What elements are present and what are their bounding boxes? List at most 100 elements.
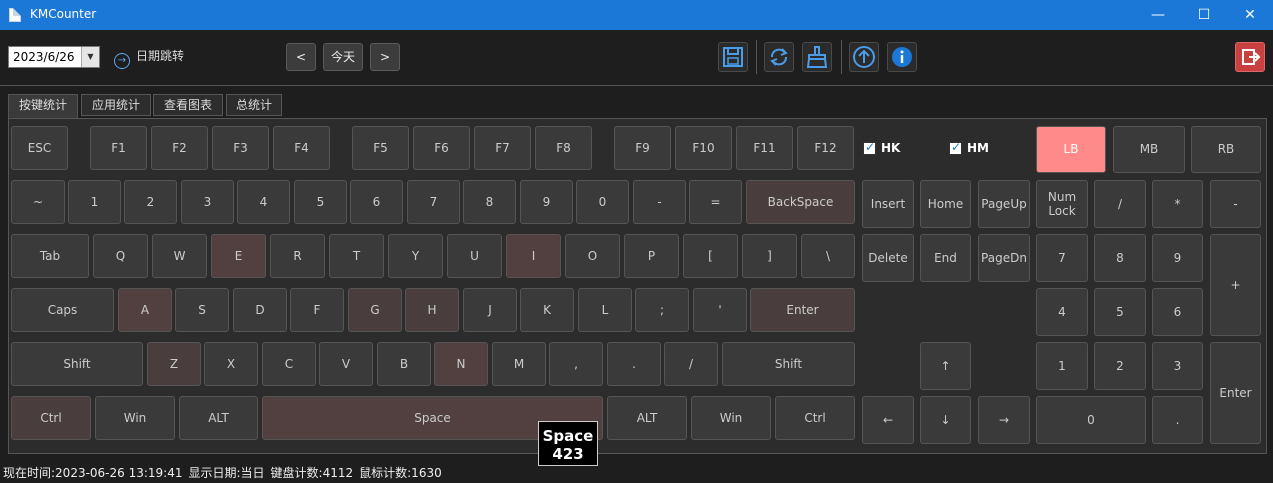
key-f12: F12 <box>797 126 854 170</box>
key-k: K <box>520 288 574 332</box>
key-left-alt: ALT <box>179 396 258 440</box>
key-i: I <box>506 234 561 278</box>
key-numpad-enter: Enter <box>1210 342 1261 444</box>
chevron-down-icon[interactable]: ▼ <box>81 47 99 67</box>
key-h: H <box>405 288 459 332</box>
key-x: X <box>204 342 258 386</box>
status-current-time: 现在时间:2023-06-26 13:19:41 <box>3 466 183 480</box>
key-right-shift: Shift <box>722 342 855 386</box>
exit-icon[interactable] <box>1235 42 1265 72</box>
key-numpad-divide: / <box>1094 180 1146 228</box>
key-f5: F5 <box>352 126 409 170</box>
hk-checkbox[interactable]: HK <box>863 139 900 157</box>
key-c: C <box>262 342 316 386</box>
tab-charts[interactable]: 查看图表 <box>153 94 223 116</box>
key-l: L <box>578 288 632 332</box>
clear-icon[interactable] <box>802 42 832 72</box>
key-numpad-3: 3 <box>1152 342 1203 390</box>
tab-key-stats[interactable]: 按键统计 <box>8 94 78 118</box>
key-numpad-6: 6 <box>1152 288 1203 336</box>
key-0: 0 <box>576 180 629 224</box>
key-e: E <box>211 234 266 278</box>
tab-total-stats[interactable]: 总统计 <box>226 94 282 116</box>
key-p: P <box>624 234 679 278</box>
date-jump-button[interactable]: → 日期跳转 <box>114 47 185 69</box>
key-f9: F9 <box>614 126 671 170</box>
key-o: O <box>565 234 620 278</box>
key-left-shift: Shift <box>11 342 143 386</box>
hm-label: HM <box>967 141 989 155</box>
key-z: Z <box>147 342 201 386</box>
key-numpad-dot: . <box>1152 396 1203 444</box>
key-u: U <box>447 234 502 278</box>
date-jump-label: 日期跳转 <box>136 49 185 63</box>
key-7: 7 <box>407 180 460 224</box>
key-8: 8 <box>463 180 516 224</box>
key-f: F <box>290 288 344 332</box>
hk-label: HK <box>881 141 901 155</box>
key-9: 9 <box>520 180 573 224</box>
date-picker[interactable]: 2023/6/26 ▼ <box>8 46 100 68</box>
mouse-middle-button: MB <box>1113 126 1185 173</box>
key-esc: ESC <box>11 126 68 170</box>
key-quote: ' <box>693 288 747 332</box>
key-q: Q <box>93 234 148 278</box>
window-title: KMCounter <box>30 7 97 21</box>
key-numpad-7: 7 <box>1036 234 1088 282</box>
key-f7: F7 <box>474 126 531 170</box>
next-day-button[interactable]: > <box>370 43 400 71</box>
prev-day-button[interactable]: < <box>286 43 316 71</box>
key-r: R <box>270 234 325 278</box>
key-f3: F3 <box>212 126 269 170</box>
key-f1: F1 <box>90 126 147 170</box>
toolbar-divider <box>756 40 757 74</box>
key-2: 2 <box>124 180 177 224</box>
key-pagedown: PageDn <box>978 234 1030 282</box>
key-f10: F10 <box>675 126 732 170</box>
key-5: 5 <box>294 180 347 224</box>
save-icon[interactable] <box>718 42 748 72</box>
key-semicolon: ; <box>635 288 689 332</box>
key-minus: - <box>633 180 686 224</box>
app-icon <box>9 8 21 22</box>
today-button[interactable]: 今天 <box>323 43 363 71</box>
key-slash: / <box>664 342 718 386</box>
key-left-win: Win <box>95 396 175 440</box>
refresh-icon[interactable] <box>764 42 794 72</box>
key-equals: = <box>689 180 742 224</box>
close-button[interactable]: ✕ <box>1227 0 1273 30</box>
key-right-bracket: ] <box>742 234 797 278</box>
key-end: End <box>920 234 971 282</box>
key-6: 6 <box>350 180 403 224</box>
key-f2: F2 <box>151 126 208 170</box>
tooltip-key-count: 423 <box>552 445 584 463</box>
key-left-ctrl: Ctrl <box>11 396 91 440</box>
key-numpad-4: 4 <box>1036 288 1088 336</box>
tab-app-stats[interactable]: 应用统计 <box>81 94 151 116</box>
key-numpad-9: 9 <box>1152 234 1203 282</box>
key-numpad-multiply: * <box>1152 180 1203 228</box>
title-bar: KMCounter — ☐ ✕ <box>0 0 1273 30</box>
tooltip-key-name: Space <box>542 427 594 445</box>
key-arrow-right: → <box>978 396 1030 444</box>
update-icon[interactable] <box>849 42 879 72</box>
key-right-ctrl: Ctrl <box>775 396 855 440</box>
status-bar: 现在时间:2023-06-26 13:19:41 显示日期:当日 键盘计数:4112… <box>0 462 1273 483</box>
key-left-bracket: [ <box>683 234 738 278</box>
key-comma: , <box>549 342 603 386</box>
key-numpad-plus: + <box>1210 234 1261 336</box>
key-t: T <box>329 234 384 278</box>
minimize-button[interactable]: — <box>1135 0 1181 30</box>
maximize-button[interactable]: ☐ <box>1181 0 1227 30</box>
key-3: 3 <box>181 180 234 224</box>
info-icon[interactable] <box>887 42 917 72</box>
toolbar: 2023/6/26 ▼ → 日期跳转 < 今天 > <box>0 30 1273 86</box>
key-enter: Enter <box>750 288 855 332</box>
hm-checkbox[interactable]: HM <box>949 139 989 157</box>
key-numlock: Num Lock <box>1036 180 1088 228</box>
key-count-tooltip: Space 423 <box>538 421 598 466</box>
key-backspace: BackSpace <box>746 180 855 224</box>
key-numpad-0: 0 <box>1036 396 1146 444</box>
key-4: 4 <box>237 180 290 224</box>
key-f11: F11 <box>736 126 793 170</box>
